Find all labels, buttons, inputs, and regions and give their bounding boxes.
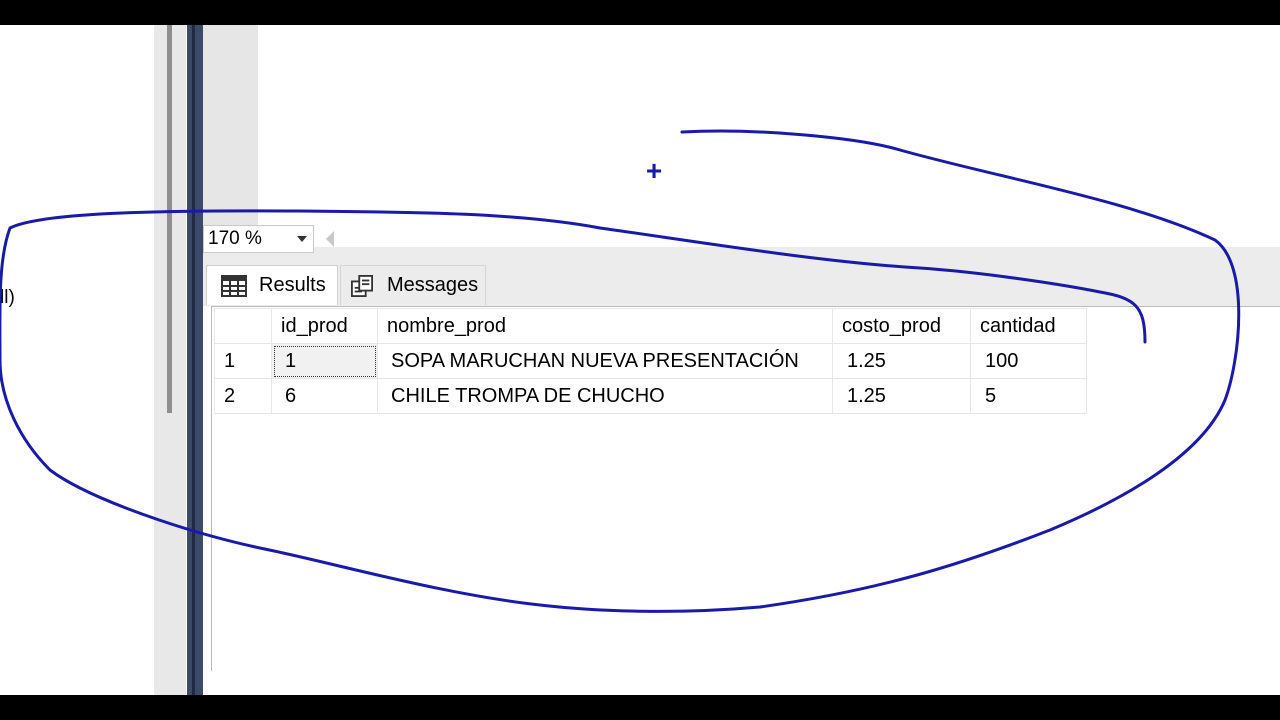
chevron-down-icon[interactable] [297,236,307,242]
row-header-corner[interactable] [214,308,272,344]
tab-results[interactable]: Results [206,265,338,305]
grid-table-icon [221,274,247,297]
cell-cantidad[interactable]: 100 [970,343,1087,379]
tab-results-label: Results [259,274,326,296]
tab-messages-label: Messages [387,274,479,296]
cell-cantidad[interactable]: 5 [970,378,1087,414]
tab-messages[interactable]: Messages [340,265,486,305]
column-header-id-prod[interactable]: id_prod [271,308,378,344]
table-row: 2 6 CHILE TROMPA DE CHUCHO 1.25 5 [214,378,1087,414]
table-row: 1 1 SOPA MARUCHAN NUEVA PRESENTACIÓN 1.2… [214,343,1087,379]
column-header-cantidad[interactable]: cantidad [970,308,1087,344]
cell-nombre-prod[interactable]: SOPA MARUCHAN NUEVA PRESENTACIÓN [377,343,833,379]
scroll-left-icon[interactable] [326,231,334,247]
panel-splitter[interactable] [187,25,203,695]
left-panel-scrollbar-thumb[interactable] [167,25,172,413]
messages-icon [350,274,373,297]
zoom-level-value: 170 % [208,228,262,249]
splitter-grip [192,25,195,695]
column-header-costo-prod[interactable]: costo_prod [832,308,971,344]
cell-costo-prod[interactable]: 1.25 [832,378,971,414]
grid-header-row: id_prod nombre_prod costo_prod cantidad [214,308,1087,344]
results-grid: id_prod nombre_prod costo_prod cantidad … [214,308,1087,414]
object-explorer-text-fragment: ll) [0,287,15,308]
cell-nombre-prod[interactable]: CHILE TROMPA DE CHUCHO [377,378,833,414]
row-number[interactable]: 1 [214,343,272,379]
cell-id-prod[interactable]: 1 [271,343,378,379]
row-number[interactable]: 2 [214,378,272,414]
query-editor-margin [203,25,258,247]
cell-costo-prod[interactable]: 1.25 [832,343,971,379]
zoom-level-dropdown[interactable]: 170 % [203,225,314,253]
column-header-nombre-prod[interactable]: nombre_prod [377,308,833,344]
cell-id-prod[interactable]: 6 [271,378,378,414]
